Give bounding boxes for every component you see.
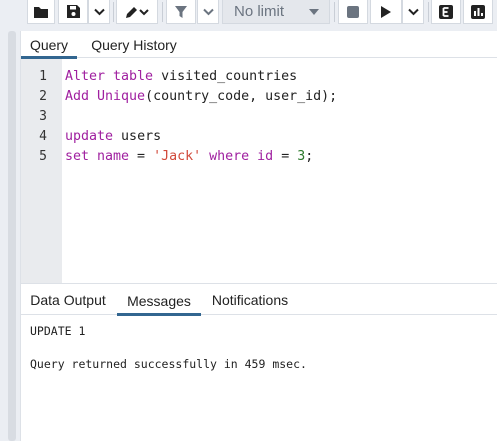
- toolbar-separator: [334, 2, 335, 22]
- panel-resize-strip[interactable]: [8, 31, 16, 441]
- filter-options-dropdown[interactable]: [197, 0, 219, 24]
- toolbar: No limit: [0, 0, 497, 26]
- stop-icon: [347, 5, 359, 18]
- rows-limit-value: No limit: [234, 3, 285, 20]
- tab-query-history[interactable]: Query History: [81, 31, 187, 58]
- chevron-down-icon: [407, 8, 419, 15]
- explain-analyze-button[interactable]: [463, 0, 493, 24]
- line-number: 3: [39, 109, 47, 124]
- save-button[interactable]: [58, 0, 88, 24]
- filter-icon: [175, 5, 187, 18]
- code-token: ;: [305, 149, 314, 164]
- sql-editor[interactable]: 1 2 3 4 5 Alter table visited_countries …: [21, 59, 497, 311]
- toolbar-separator: [428, 2, 429, 22]
- code-line: Add Unique(country_code, user_id);: [65, 87, 337, 107]
- code-token: =: [129, 149, 154, 164]
- toolbar-separator: [113, 2, 114, 22]
- tab-query[interactable]: Query: [21, 31, 77, 59]
- code-token: users: [113, 129, 162, 144]
- line-number-gutter: 1 2 3 4 5: [21, 59, 62, 311]
- toolbar-separator: [162, 2, 163, 22]
- caret-down-icon: [309, 9, 319, 15]
- tab-data-output[interactable]: Data Output: [21, 286, 115, 313]
- code-token: where id: [209, 149, 274, 164]
- code-token: visited_countries: [153, 69, 298, 84]
- tab-notifications[interactable]: Notifications: [205, 286, 295, 313]
- play-icon: [381, 5, 391, 18]
- line-number: 4: [39, 129, 47, 144]
- code-token: Alter table: [65, 69, 154, 84]
- query-panel: Query Query History 1 2 3 4 5 Alter tabl…: [20, 31, 497, 441]
- filter-button[interactable]: [166, 0, 196, 24]
- save-options-dropdown[interactable]: [88, 0, 110, 24]
- save-icon: [66, 5, 80, 18]
- code-token: update: [65, 129, 114, 144]
- chevron-down-icon: [202, 8, 214, 15]
- result-timing-text: Query returned successfully in 459 msec.: [30, 357, 307, 371]
- cancel-query-button[interactable]: [338, 0, 368, 24]
- folder-icon: [34, 6, 48, 18]
- execute-button[interactable]: [370, 0, 402, 24]
- result-status-text: UPDATE 1: [30, 324, 86, 338]
- query-tool-window: No limit Query Query History 1 2 3 4 5 A…: [0, 0, 497, 441]
- code-token: set name: [65, 149, 130, 164]
- rows-limit-select[interactable]: No limit: [222, 0, 330, 24]
- execute-options-dropdown[interactable]: [402, 0, 424, 24]
- explain-icon: [439, 4, 453, 19]
- pencil-icon: [126, 6, 149, 18]
- code-token: (country_code, user_id);: [145, 89, 338, 104]
- explain-button[interactable]: [431, 0, 461, 24]
- open-file-button[interactable]: [27, 0, 55, 24]
- line-number: 2: [39, 89, 47, 104]
- chevron-down-icon: [93, 8, 105, 15]
- line-number: 5: [39, 149, 47, 164]
- code-token: 'Jack': [153, 149, 202, 164]
- edit-button[interactable]: [116, 0, 158, 24]
- code-line: set name = 'Jack' where id = 3;: [65, 147, 313, 167]
- messages-output: UPDATE 1 Query returned successfully in …: [21, 316, 497, 441]
- line-number: 1: [39, 69, 47, 84]
- code-token: =: [273, 149, 298, 164]
- output-tab-bar: Data Output Messages Notifications: [21, 284, 497, 316]
- chart-icon: [471, 4, 485, 19]
- code-token: Add Unique: [65, 89, 146, 104]
- code-line: update users: [65, 127, 161, 147]
- editor-tab-bar: Query Query History: [21, 31, 497, 59]
- tab-messages[interactable]: Messages: [117, 286, 201, 316]
- code-line: Alter table visited_countries: [65, 67, 297, 87]
